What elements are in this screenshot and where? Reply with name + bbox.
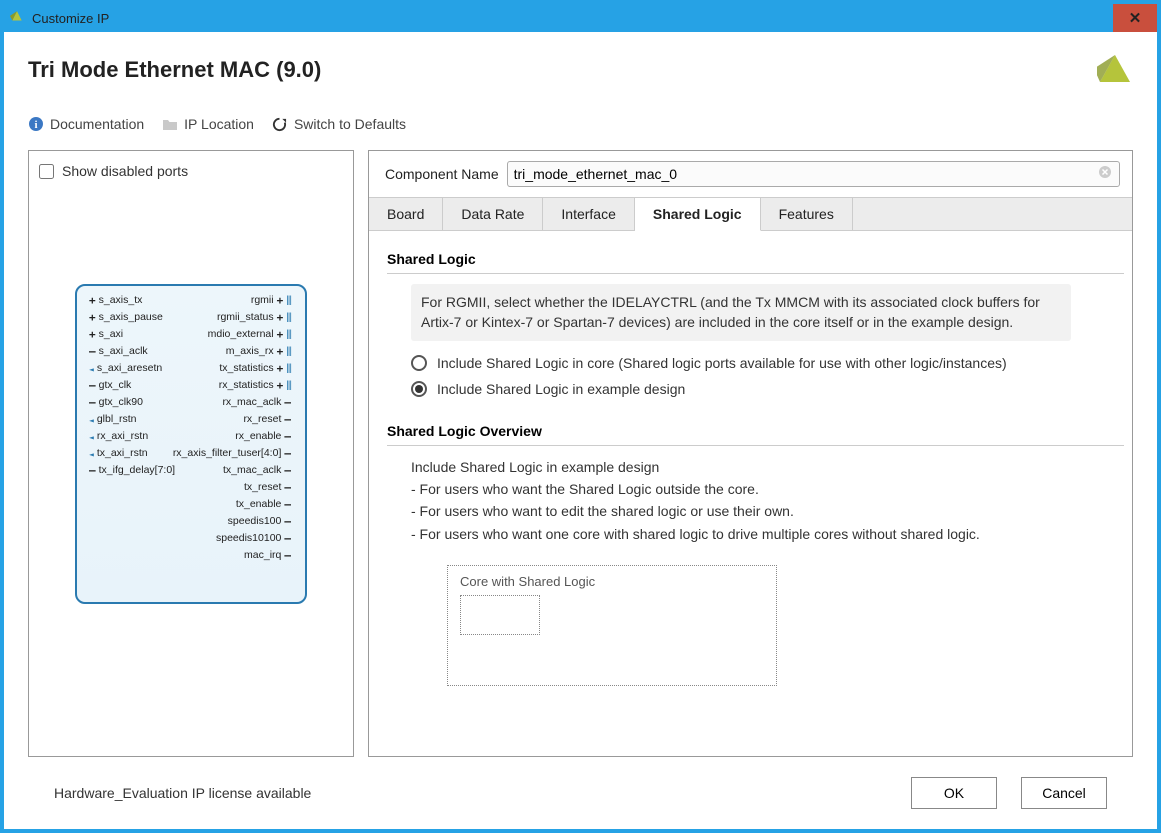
title-bar: Customize IP ✕	[4, 4, 1157, 32]
radio-icon	[411, 355, 427, 371]
customize-ip-window: Customize IP ✕ Tri Mode Ethernet MAC (9.…	[0, 0, 1161, 833]
page-title: Tri Mode Ethernet MAC (9.0)	[28, 57, 321, 83]
radio-icon-selected	[411, 381, 427, 397]
switch-defaults-link[interactable]: Switch to Defaults	[272, 116, 406, 132]
svg-text:i: i	[34, 119, 37, 131]
shared-logic-radio-group: Include Shared Logic in core (Shared log…	[411, 355, 1124, 397]
ip-output-ports: rgmii||| rgmii_status||| mdio_external||…	[173, 292, 291, 564]
shared-logic-description: For RGMII, select whether the IDELAYCTRL…	[411, 284, 1071, 341]
ip-input-ports: s_axis_tx s_axis_pause s_axi s_axi_aclk …	[89, 292, 175, 479]
action-links: i Documentation IP Location Switch to De…	[28, 116, 1133, 132]
shared-logic-diagram: Core with Shared Logic	[447, 565, 777, 686]
overview-text: Include Shared Logic in example design -…	[411, 456, 1124, 546]
cancel-button[interactable]: Cancel	[1021, 777, 1107, 809]
dialog-footer: Hardware_Evaluation IP license available…	[28, 757, 1133, 829]
tab-shared-logic[interactable]: Shared Logic	[635, 197, 761, 231]
shared-logic-heading: Shared Logic	[387, 251, 1124, 267]
overview-heading: Shared Logic Overview	[387, 423, 1124, 439]
tab-interface[interactable]: Interface	[543, 198, 634, 230]
app-icon	[10, 10, 26, 26]
ok-button[interactable]: OK	[911, 777, 997, 809]
documentation-link[interactable]: i Documentation	[28, 116, 144, 132]
info-icon: i	[28, 116, 44, 132]
folder-icon	[162, 116, 178, 132]
radio-include-in-core[interactable]: Include Shared Logic in core (Shared log…	[411, 355, 1124, 371]
component-name-label: Component Name	[385, 166, 499, 182]
refresh-icon	[272, 116, 288, 132]
ip-symbol-panel: Show disabled ports s_axis_tx s_axis_pau…	[28, 150, 354, 757]
window-title: Customize IP	[32, 11, 109, 26]
ip-location-link[interactable]: IP Location	[162, 116, 254, 132]
close-icon: ✕	[1129, 9, 1142, 27]
vivado-logo-icon	[1097, 52, 1133, 88]
tab-features[interactable]: Features	[761, 198, 853, 230]
radio-include-in-example[interactable]: Include Shared Logic in example design	[411, 381, 1124, 397]
clear-input-icon[interactable]	[1098, 165, 1114, 181]
show-disabled-ports-input[interactable]	[39, 164, 54, 179]
tab-data-rate[interactable]: Data Rate	[443, 198, 543, 230]
configuration-panel: Component Name Board Data Rate Interface…	[368, 150, 1133, 757]
config-tabs: Board Data Rate Interface Shared Logic F…	[369, 197, 1132, 231]
show-disabled-ports-checkbox[interactable]: Show disabled ports	[39, 163, 343, 179]
close-button[interactable]: ✕	[1113, 4, 1157, 32]
license-status: Hardware_Evaluation IP license available	[54, 785, 311, 801]
ip-block-diagram: s_axis_tx s_axis_pause s_axi s_axi_aclk …	[39, 179, 343, 744]
shared-logic-tab-content[interactable]: Shared Logic For RGMII, select whether t…	[369, 231, 1132, 756]
tab-board[interactable]: Board	[369, 198, 443, 230]
component-name-input[interactable]	[507, 161, 1120, 187]
